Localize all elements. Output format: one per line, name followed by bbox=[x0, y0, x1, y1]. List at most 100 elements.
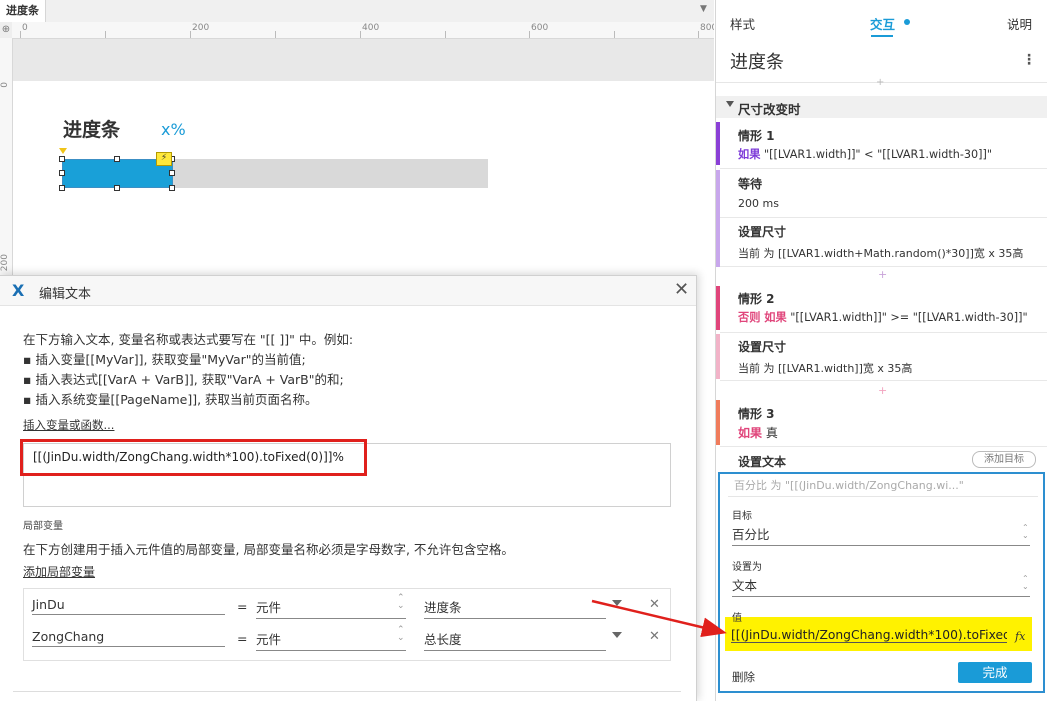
lightning-icon[interactable]: ⚡ bbox=[156, 152, 172, 166]
action-title[interactable]: 设置尺寸 bbox=[738, 338, 786, 355]
variable-target-select[interactable]: 进度条 bbox=[424, 597, 606, 619]
variable-name-input[interactable]: ZongChang bbox=[32, 629, 225, 647]
add-icon[interactable]: + bbox=[876, 77, 884, 88]
more-options-icon[interactable]: ⋮ bbox=[1022, 52, 1036, 68]
collapse-triangle-icon[interactable] bbox=[726, 101, 734, 107]
tab-dropdown-icon[interactable]: ▼ bbox=[700, 4, 707, 14]
value-input[interactable]: [[(JinDu.width/ZongChang.width*100).toFi… bbox=[731, 628, 1007, 643]
ruler-tick-label: 200 bbox=[0, 254, 10, 272]
set-as-label: 设置为 bbox=[732, 562, 762, 573]
case-title[interactable]: 情形 2 bbox=[738, 290, 775, 307]
insert-variable-link[interactable]: 插入变量或函数... bbox=[23, 417, 114, 433]
equals-sign: = bbox=[237, 599, 248, 614]
active-tab-indicator bbox=[871, 35, 893, 37]
add-target-button[interactable]: 添加目标 bbox=[972, 451, 1036, 468]
ruler-origin-icon: ⊕ bbox=[0, 22, 12, 38]
variable-name-input[interactable]: JinDu bbox=[32, 597, 225, 615]
rotate-handle-icon[interactable] bbox=[59, 148, 67, 154]
instruction-line: ▪ 插入变量[[MyVar]], 获取变量"MyVar"的当前值; bbox=[23, 352, 306, 367]
variable-row: ZongChang = 元件 ⌃ ⌄ 总长度 ✕ bbox=[24, 621, 670, 653]
tab-interactions[interactable]: 交互 bbox=[870, 14, 895, 33]
dropdown-arrow-icon[interactable] bbox=[612, 600, 622, 606]
resize-handle[interactable] bbox=[114, 156, 120, 162]
dialog-header: X 编辑文本 ✕ bbox=[0, 276, 696, 306]
add-icon[interactable]: + bbox=[878, 268, 887, 281]
spinner-arrows-icon[interactable]: ⌃ ⌄ bbox=[397, 594, 405, 611]
ruler-tick-label: 200 bbox=[192, 23, 210, 33]
ruler-tick-label: 800 bbox=[700, 23, 714, 33]
page-tab-bar: 进度条 ▼ bbox=[0, 0, 714, 23]
condition-text: "[[LVAR1.width]]" >= "[[LVAR1.width-30]]… bbox=[790, 311, 1028, 324]
expression-highlight-box bbox=[20, 439, 367, 476]
case-color-bar bbox=[716, 122, 720, 165]
resize-handle[interactable] bbox=[169, 170, 175, 176]
resize-handle[interactable] bbox=[59, 185, 65, 191]
condition-text: "[[LVAR1.width]]" < "[[LVAR1.width-30]]" bbox=[763, 148, 992, 161]
case-color-bar bbox=[716, 400, 720, 445]
function-icon[interactable]: fx bbox=[1015, 630, 1025, 643]
progress-title-label[interactable]: 进度条 bbox=[63, 115, 120, 142]
set-as-select[interactable]: 文本 bbox=[732, 575, 1030, 597]
horizontal-ruler: 0 200 400 600 800 bbox=[0, 22, 714, 39]
add-local-variable-link[interactable]: 添加局部变量 bbox=[23, 563, 95, 580]
ruler-tick-label: 0 bbox=[0, 82, 10, 88]
page-tab[interactable]: 进度条 bbox=[0, 0, 46, 22]
condition-keyword: 如果 bbox=[738, 426, 763, 440]
resize-handle[interactable] bbox=[59, 170, 65, 176]
set-text-editor: 百分比 为 "[[(JinDu.width/ZongChang.wi..." 目… bbox=[718, 472, 1045, 693]
axure-logo-icon: X bbox=[12, 281, 25, 300]
case-color-bar bbox=[716, 334, 720, 379]
resize-handle[interactable] bbox=[59, 156, 65, 162]
action-detail: 当前 为 [[LVAR1.width]]宽 x 35高 bbox=[738, 362, 913, 375]
ruler-tick-label: 600 bbox=[531, 23, 549, 33]
add-icon[interactable]: + bbox=[878, 384, 887, 397]
canvas-header-band bbox=[13, 39, 714, 81]
progress-percent-label[interactable]: x% bbox=[161, 120, 186, 139]
delete-variable-icon[interactable]: ✕ bbox=[649, 629, 660, 644]
interaction-panel: 样式 交互 说明 进度条 ⋮ + 尺寸改变时 情形 1 如果 "[[LVAR1.… bbox=[715, 0, 1047, 701]
case-color-bar bbox=[716, 286, 720, 330]
variable-target-select[interactable]: 总长度 bbox=[424, 629, 606, 651]
target-label: 目标 bbox=[732, 511, 752, 522]
action-detail: 200 ms bbox=[738, 197, 779, 210]
equals-sign: = bbox=[237, 631, 248, 646]
case-title[interactable]: 情形 3 bbox=[738, 405, 775, 422]
dialog-title: 编辑文本 bbox=[39, 287, 92, 302]
done-button[interactable]: 完成 bbox=[958, 662, 1032, 683]
resize-handle[interactable] bbox=[114, 185, 120, 191]
action-title[interactable]: 设置尺寸 bbox=[738, 223, 786, 240]
variable-type-select[interactable]: 元件 bbox=[256, 597, 406, 619]
instruction-line: ▪ 插入系统变量[[PageName]], 获取当前页面名称。 bbox=[23, 392, 318, 407]
case-color-bar bbox=[716, 170, 720, 267]
tab-notes[interactable]: 说明 bbox=[1007, 14, 1032, 33]
dialog-divider bbox=[13, 691, 681, 692]
canvas-area[interactable]: 进度条 ▼ 0 200 400 600 800 ⊕ 0 200 进度条 x% ⚡… bbox=[0, 0, 714, 701]
progress-track[interactable] bbox=[173, 159, 488, 188]
case-title[interactable]: 情形 1 bbox=[738, 127, 775, 144]
panel-title[interactable]: 进度条 bbox=[730, 48, 784, 74]
event-title: 尺寸改变时 bbox=[738, 102, 801, 117]
ruler-tick-label: 0 bbox=[22, 23, 28, 33]
action-summary: 百分比 为 "[[(JinDu.width/ZongChang.wi..." bbox=[734, 479, 964, 492]
variable-type-select[interactable]: 元件 bbox=[256, 629, 406, 651]
tab-style[interactable]: 样式 bbox=[730, 14, 755, 33]
spinner-arrows-icon[interactable]: ⌃ ⌄ bbox=[1022, 575, 1029, 591]
instruction-line: 在下方输入文本, 变量名称或表达式要写在 "[[ ]]" 中。例如: bbox=[23, 332, 354, 347]
action-detail: 当前 为 [[LVAR1.width+Math.random()*30]]宽 x… bbox=[738, 247, 1024, 260]
dropdown-arrow-icon[interactable] bbox=[612, 632, 622, 638]
delete-action-button[interactable]: 删除 bbox=[732, 669, 755, 685]
condition-keyword: 如果 bbox=[738, 148, 761, 161]
action-title[interactable]: 等待 bbox=[738, 175, 762, 192]
variable-row: JinDu = 元件 ⌃ ⌄ 进度条 ✕ bbox=[24, 589, 670, 621]
spinner-arrows-icon[interactable]: ⌃ ⌄ bbox=[1022, 524, 1029, 540]
close-icon[interactable]: ✕ bbox=[674, 279, 689, 300]
spinner-arrows-icon[interactable]: ⌃ ⌄ bbox=[397, 626, 405, 643]
target-select[interactable]: 百分比 bbox=[732, 524, 1030, 546]
delete-variable-icon[interactable]: ✕ bbox=[649, 597, 660, 612]
instruction-line: ▪ 插入表达式[[VarA + VarB]], 获取"VarA + VarB"的… bbox=[23, 372, 344, 387]
condition-text: 真 bbox=[765, 426, 778, 440]
editor-divider bbox=[728, 496, 1038, 497]
action-title[interactable]: 设置文本 bbox=[738, 453, 786, 470]
dialog-instructions: 在下方输入文本, 变量名称或表达式要写在 "[[ ]]" 中。例如: ▪ 插入变… bbox=[23, 330, 673, 410]
resize-handle[interactable] bbox=[169, 185, 175, 191]
